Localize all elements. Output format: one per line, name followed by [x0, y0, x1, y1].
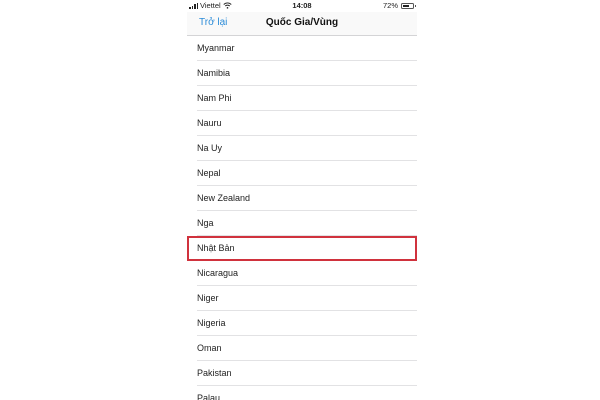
country-row[interactable]: Niger	[187, 286, 417, 311]
country-row[interactable]: Palau	[187, 386, 417, 400]
page-title: Quốc Gia/Vùng	[265, 17, 339, 28]
country-row[interactable]: Nam Phi	[187, 86, 417, 111]
country-label: Na Uy	[197, 143, 223, 153]
country-row[interactable]: Pakistan	[187, 361, 417, 386]
country-row[interactable]: Nga	[187, 211, 417, 236]
nav-bar: Trở lại Quốc Gia/Vùng	[187, 12, 417, 36]
country-label: Nhật Bản	[197, 243, 235, 253]
phone-screen: Viettel 14:08 72% Trở lại Quốc Gia/Vùng …	[187, 0, 417, 400]
battery-fill	[403, 4, 410, 7]
country-list: Myanmar Namibia Nam Phi Nauru Na Uy Nepal New …	[187, 36, 417, 400]
country-row[interactable]: Na Uy	[187, 136, 417, 161]
country-row[interactable]: Nepal	[187, 161, 417, 186]
country-label: Niger	[197, 293, 219, 303]
country-row[interactable]: Oman	[187, 336, 417, 361]
country-label: Nam Phi	[197, 93, 232, 103]
country-row-selected[interactable]: Nhật Bản	[187, 236, 417, 261]
country-label: Nga	[197, 218, 214, 228]
country-label: Myanmar	[197, 43, 235, 53]
battery-icon	[401, 2, 416, 9]
country-label: Palau	[197, 393, 221, 400]
country-label: New Zealand	[197, 193, 251, 203]
country-label: Nigeria	[197, 318, 226, 328]
country-label: Nicaragua	[197, 268, 239, 278]
country-row[interactable]: Myanmar	[187, 36, 417, 61]
country-label: Namibia	[197, 68, 231, 78]
country-label: Nepal	[197, 168, 221, 178]
status-bar: Viettel 14:08 72%	[187, 0, 417, 12]
country-label: Nauru	[197, 118, 222, 128]
battery-percent: 72%	[382, 1, 398, 10]
country-row[interactable]: Nicaragua	[187, 261, 417, 286]
country-row[interactable]: Nigeria	[187, 311, 417, 336]
country-row[interactable]: Namibia	[187, 61, 417, 86]
country-label: Oman	[197, 343, 222, 353]
country-row[interactable]: New Zealand	[187, 186, 417, 211]
status-right: 72%	[382, 1, 416, 10]
country-label: Pakistan	[197, 368, 232, 378]
country-row[interactable]: Nauru	[187, 111, 417, 136]
